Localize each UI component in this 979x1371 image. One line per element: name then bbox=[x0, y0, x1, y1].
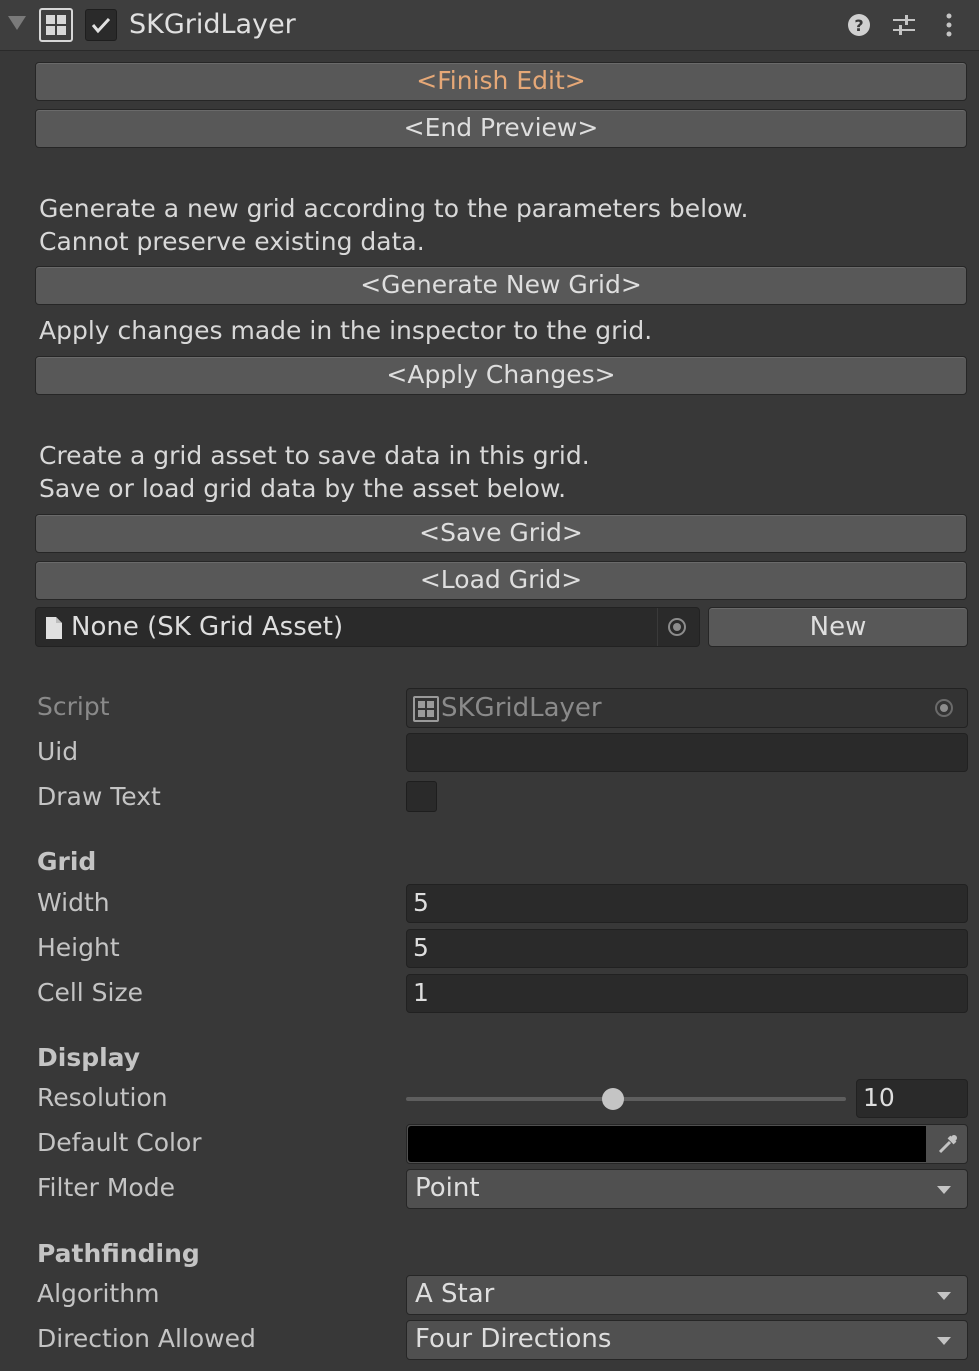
resolution-input[interactable]: 10 bbox=[856, 1079, 968, 1118]
cell-size-label: Cell Size bbox=[37, 978, 143, 1007]
draw-text-label: Draw Text bbox=[37, 782, 161, 811]
grid-section-header: Grid bbox=[37, 847, 97, 876]
check-icon bbox=[91, 17, 111, 34]
asset-file-icon bbox=[46, 617, 62, 639]
uid-input[interactable] bbox=[406, 733, 968, 772]
script-field: SKGridLayer bbox=[406, 688, 968, 728]
help-icon[interactable]: ? bbox=[846, 11, 872, 39]
generate-new-grid-button[interactable]: <Generate New Grid> bbox=[35, 266, 967, 305]
enabled-checkbox-icon[interactable] bbox=[85, 9, 117, 41]
width-label: Width bbox=[37, 888, 110, 917]
resolution-slider-thumb[interactable] bbox=[601, 1088, 624, 1110]
apply-help-text: Apply changes made in the inspector to t… bbox=[39, 316, 653, 345]
object-picker-icon[interactable] bbox=[668, 618, 686, 636]
display-section-header: Display bbox=[37, 1043, 141, 1072]
algorithm-label: Algorithm bbox=[37, 1279, 160, 1308]
asset-help-line1: Create a grid asset to save data in this… bbox=[39, 441, 590, 470]
script-field-value: SKGridLayer bbox=[441, 693, 602, 723]
foldout-arrow-icon[interactable] bbox=[8, 16, 26, 30]
grid-asset-field[interactable]: None (SK Grid Asset) bbox=[35, 607, 700, 647]
chevron-down-icon bbox=[937, 1186, 951, 1194]
algorithm-dropdown[interactable]: A Star bbox=[406, 1275, 968, 1315]
apply-changes-button[interactable]: <Apply Changes> bbox=[35, 356, 967, 395]
generate-help-line2: Cannot preserve existing data. bbox=[39, 227, 425, 256]
script-label: Script bbox=[37, 692, 110, 721]
default-color-field[interactable] bbox=[406, 1124, 968, 1164]
resolution-slider-track[interactable] bbox=[406, 1097, 846, 1101]
height-input[interactable]: 5 bbox=[406, 929, 968, 968]
width-input[interactable]: 5 bbox=[406, 884, 968, 923]
new-asset-button[interactable]: New bbox=[708, 607, 968, 647]
component-title: SKGridLayer bbox=[129, 9, 296, 40]
draw-text-checkbox[interactable] bbox=[406, 781, 437, 812]
load-grid-button[interactable]: <Load Grid> bbox=[35, 561, 967, 600]
end-preview-button[interactable]: <End Preview> bbox=[35, 109, 967, 148]
uid-label: Uid bbox=[37, 737, 79, 766]
eyedropper-icon[interactable] bbox=[936, 1132, 960, 1156]
grid-component-icon bbox=[39, 8, 73, 42]
resolution-label: Resolution bbox=[37, 1083, 168, 1112]
asset-field-value: None (SK Grid Asset) bbox=[71, 612, 344, 642]
preset-icon[interactable] bbox=[891, 11, 917, 39]
direction-allowed-dropdown[interactable]: Four Directions bbox=[406, 1320, 968, 1360]
direction-allowed-label: Direction Allowed bbox=[37, 1324, 256, 1353]
finish-edit-button[interactable]: <Finish Edit> bbox=[35, 62, 967, 101]
grid-script-icon bbox=[413, 696, 439, 722]
script-picker-icon bbox=[935, 699, 953, 717]
direction-allowed-value: Four Directions bbox=[415, 1324, 612, 1354]
svg-text:?: ? bbox=[854, 16, 863, 35]
more-menu-icon[interactable] bbox=[936, 11, 962, 39]
filter-mode-dropdown[interactable]: Point bbox=[406, 1169, 968, 1209]
pathfinding-section-header: Pathfinding bbox=[37, 1239, 200, 1268]
filter-mode-value: Point bbox=[415, 1173, 480, 1203]
height-label: Height bbox=[37, 933, 120, 962]
algorithm-value: A Star bbox=[415, 1279, 495, 1309]
filter-mode-label: Filter Mode bbox=[37, 1173, 175, 1202]
save-grid-button[interactable]: <Save Grid> bbox=[35, 514, 967, 553]
generate-help-line1: Generate a new grid according to the par… bbox=[39, 194, 749, 223]
asset-help-line2: Save or load grid data by the asset belo… bbox=[39, 474, 567, 503]
chevron-down-icon bbox=[937, 1337, 951, 1345]
cell-size-input[interactable]: 1 bbox=[406, 974, 968, 1013]
color-swatch[interactable] bbox=[408, 1126, 926, 1162]
chevron-down-icon bbox=[937, 1292, 951, 1300]
default-color-label: Default Color bbox=[37, 1128, 202, 1157]
